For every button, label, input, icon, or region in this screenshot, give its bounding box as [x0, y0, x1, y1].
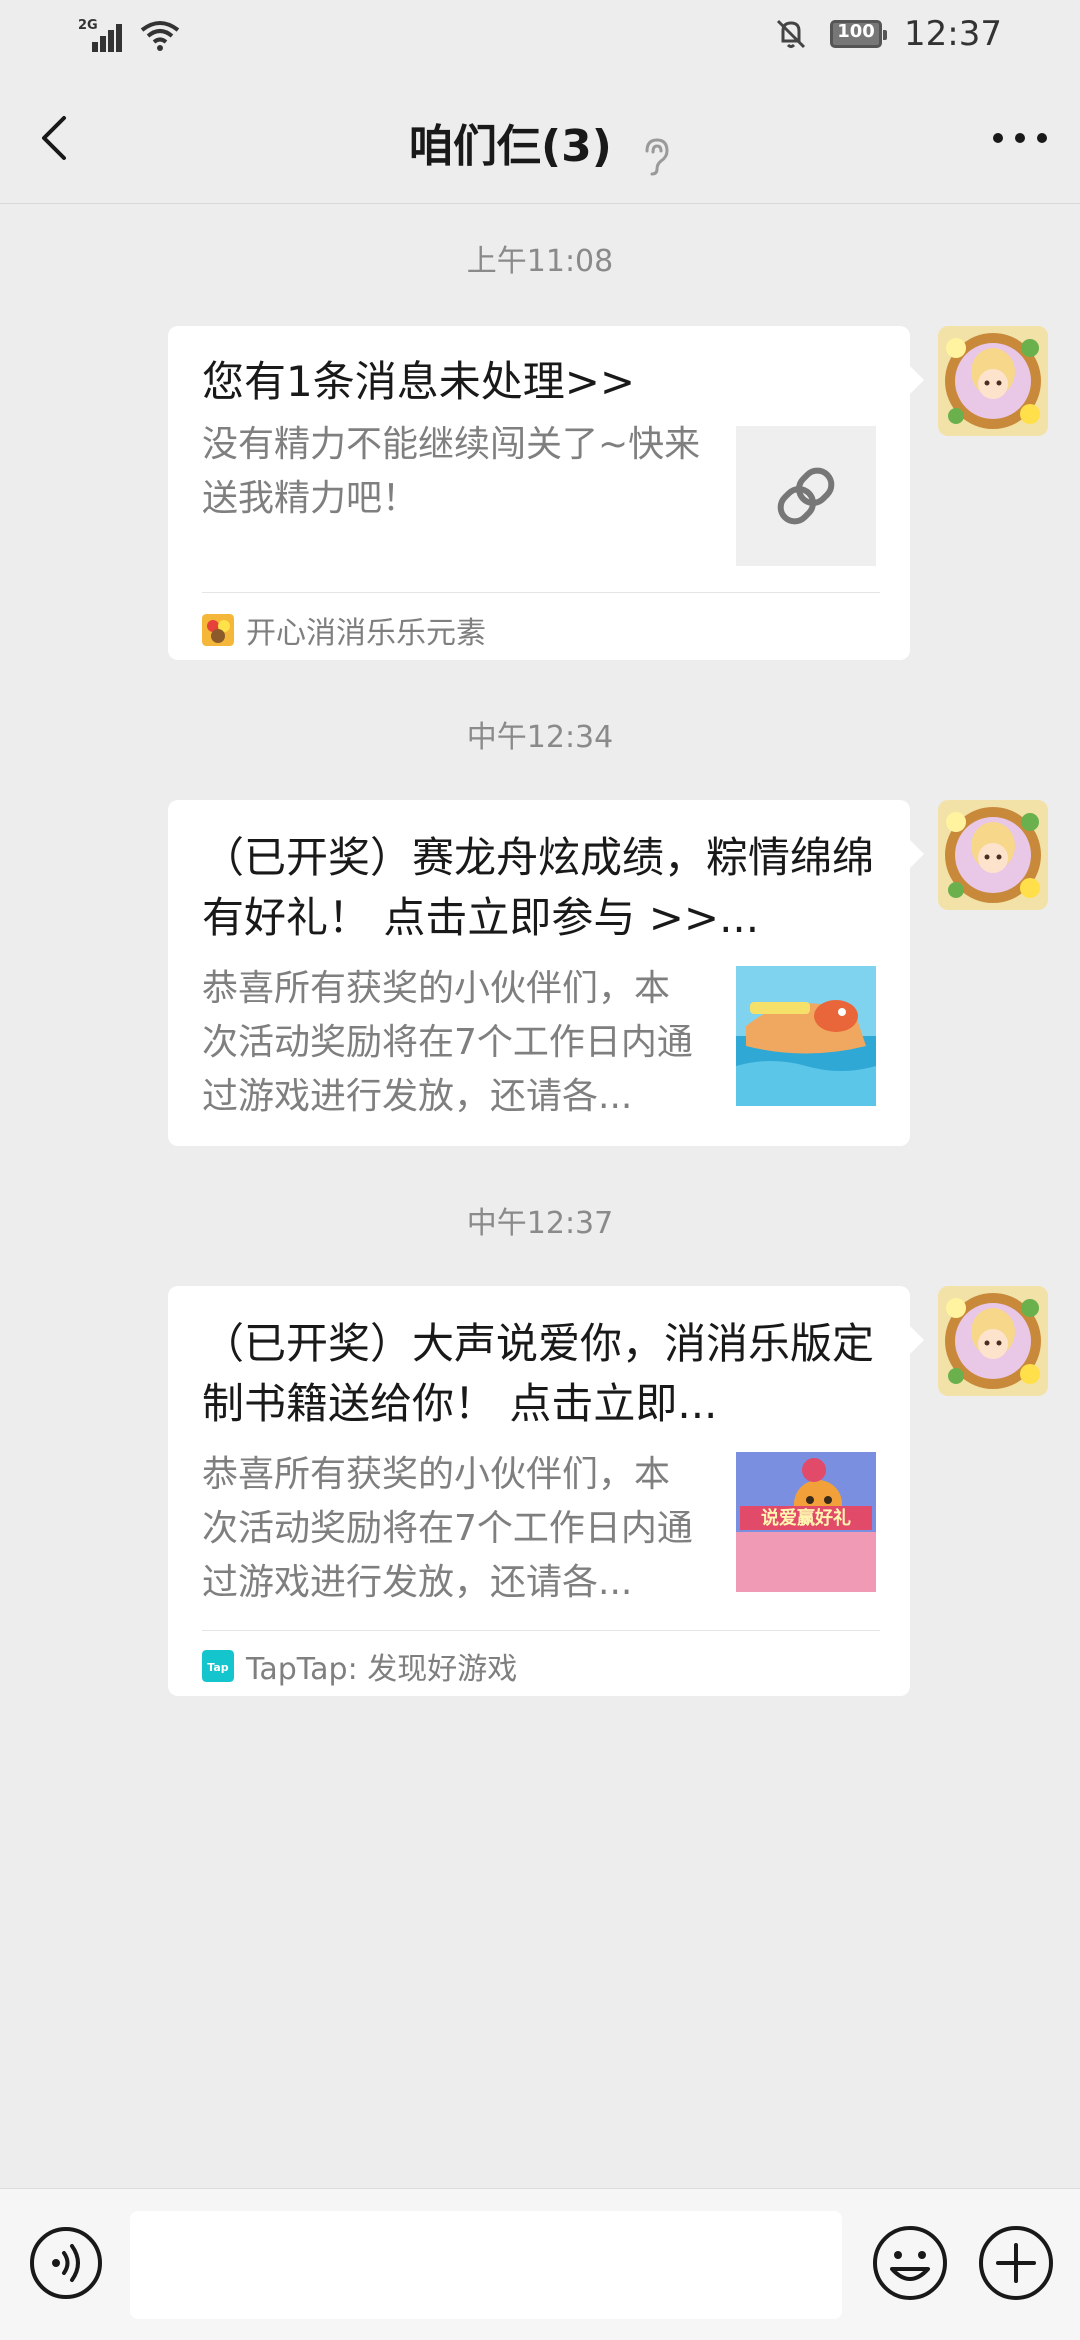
card-title: 您有1条消息未处理>>: [202, 357, 636, 406]
card-thumbnail: 说爱赢好礼: [736, 1452, 876, 1592]
message-card[interactable]: （已开奖）赛龙舟炫成绩，粽情绵绵有好礼！ 点击立即参与 >>... 恭喜所有获奖…: [168, 800, 924, 1146]
game-app-icon: [202, 614, 234, 646]
status-clock: 12:37: [904, 14, 1002, 54]
message-timestamp: 上午11:08: [466, 244, 614, 279]
cellular-signal-icon: 2G: [78, 18, 126, 52]
card-source: Tap TapTap: 发现好游戏: [202, 1644, 517, 1688]
card-title: （已开奖）赛龙舟炫成绩，粽情绵绵有好礼！ 点击立即参与 >>...: [202, 833, 875, 942]
wifi-icon: [140, 21, 180, 51]
battery-level: 100: [837, 21, 875, 42]
card-divider: [202, 592, 880, 593]
title-wrap: 咱们仨(3): [0, 110, 1080, 177]
message-card[interactable]: （已开奖）大声说爱你，消消乐版定制书籍送给你！ 点击立即... 恭喜所有获奖的小…: [168, 1286, 924, 1696]
card-title: （已开奖）大声说爱你，消消乐版定制书籍送给你！ 点击立即...: [202, 1319, 875, 1428]
voice-input-button[interactable]: [28, 2225, 104, 2301]
card-description: 没有精力不能继续闯关了~快来送我精力吧！: [202, 424, 701, 519]
avatar[interactable]: [938, 800, 1048, 910]
source-label: 开心消消乐乐元素: [246, 616, 486, 651]
card-thumbnail: [736, 426, 876, 566]
plus-icon: [979, 2226, 1053, 2300]
more-actions-button[interactable]: [976, 2223, 1056, 2303]
message-timestamp: 中午12:37: [466, 1206, 614, 1241]
card-divider: [202, 1630, 880, 1631]
avatar[interactable]: [938, 1286, 1048, 1396]
avatar-image: [938, 800, 1048, 910]
battery-indicator: 100: [830, 20, 888, 48]
avatar[interactable]: [938, 326, 1048, 436]
promo-image: 说爱赢好礼: [736, 1452, 876, 1592]
taptap-app-icon: Tap: [202, 1650, 234, 1682]
voice-icon: [30, 2227, 102, 2299]
chat-title: 咱们仨(3): [409, 121, 612, 172]
source-label: TapTap: 发现好游戏: [246, 1652, 518, 1687]
card-description: 恭喜所有获奖的小伙伴们，本次活动奖励将在7个工作日内通过游戏进行发放，还请各..…: [202, 968, 693, 1117]
mute-bell-icon: [776, 19, 806, 49]
avatar-image: [938, 326, 1048, 436]
more-dots-icon: [993, 133, 1047, 143]
link-icon: [777, 467, 835, 525]
emoji-button[interactable]: [870, 2223, 950, 2303]
dragon-boat-image: [736, 966, 876, 1106]
ear-icon: [645, 137, 669, 175]
input-bar: [0, 2188, 1080, 2340]
status-bar: 2G 100 12:37: [0, 0, 1080, 72]
status-right: 100 12:37: [774, 14, 1002, 54]
emoji-icon: [873, 2226, 947, 2300]
network-type-label: 2G: [78, 18, 98, 33]
more-options-button[interactable]: [988, 108, 1052, 168]
message-card[interactable]: 您有1条消息未处理>> 没有精力不能继续闯关了~快来送我精力吧！ 开心消消乐乐元…: [168, 326, 924, 660]
avatar-image: [938, 1286, 1048, 1396]
message-input[interactable]: [130, 2211, 842, 2319]
status-left: 2G: [78, 18, 180, 52]
chat-header: 咱们仨(3): [0, 72, 1080, 204]
message-timestamp: 中午12:34: [466, 720, 614, 755]
card-thumbnail: [736, 966, 876, 1106]
card-source: 开心消消乐乐元素: [202, 608, 486, 652]
card-description: 恭喜所有获奖的小伙伴们，本次活动奖励将在7个工作日内通过游戏进行发放，还请各..…: [202, 1454, 693, 1603]
svg-text:Tap: Tap: [207, 1661, 229, 1674]
promo-image-text: 说爱赢好礼: [761, 1507, 851, 1529]
